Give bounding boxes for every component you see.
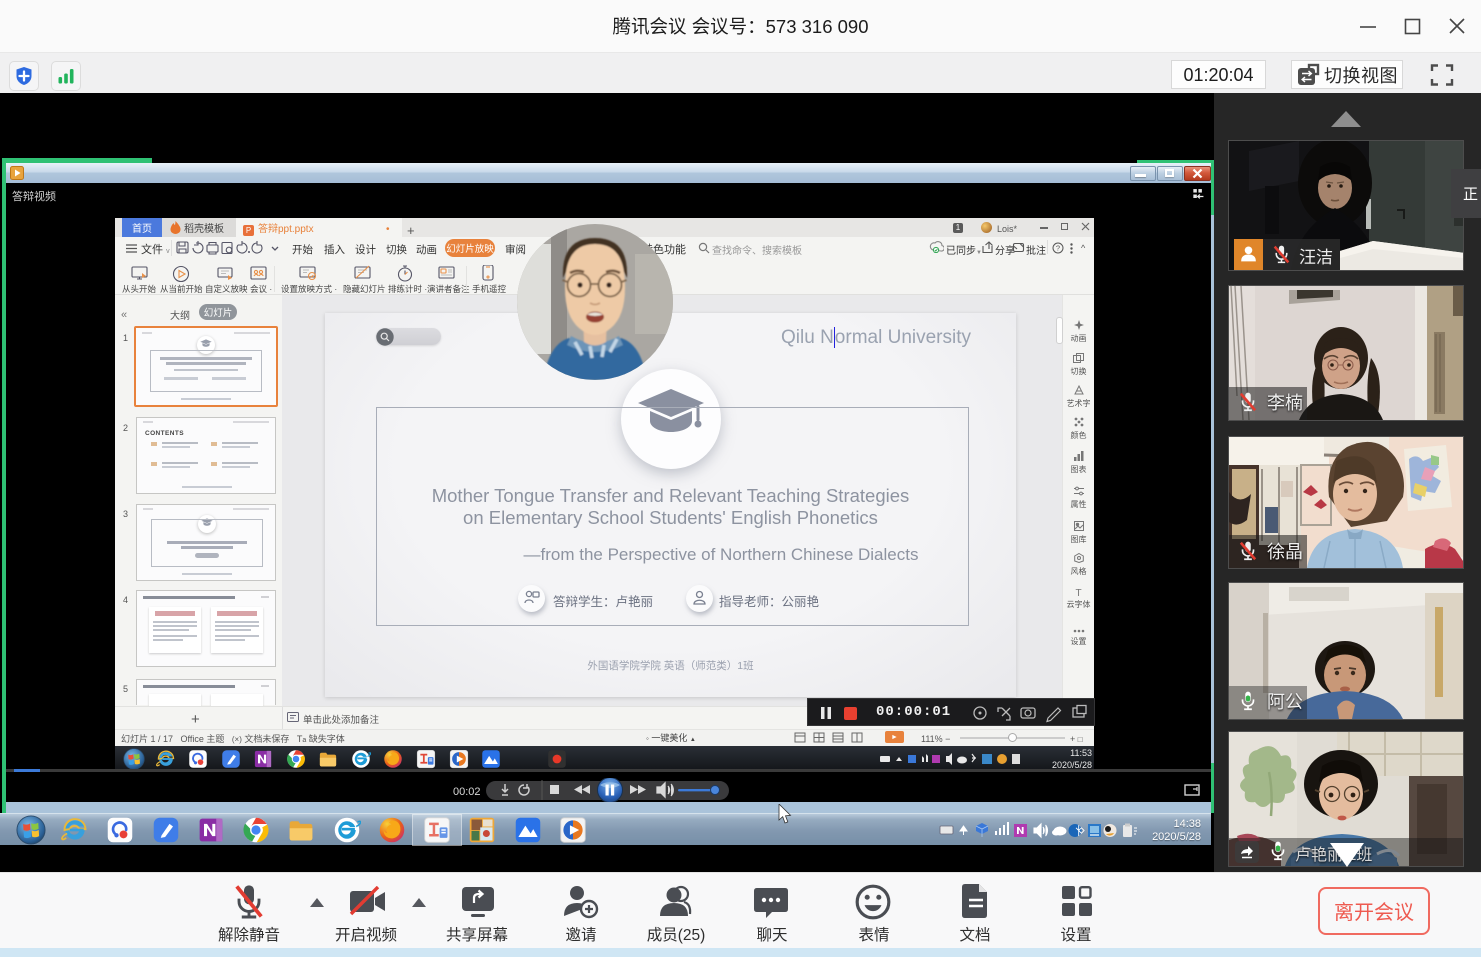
svg-text:?: ?: [1056, 243, 1060, 254]
